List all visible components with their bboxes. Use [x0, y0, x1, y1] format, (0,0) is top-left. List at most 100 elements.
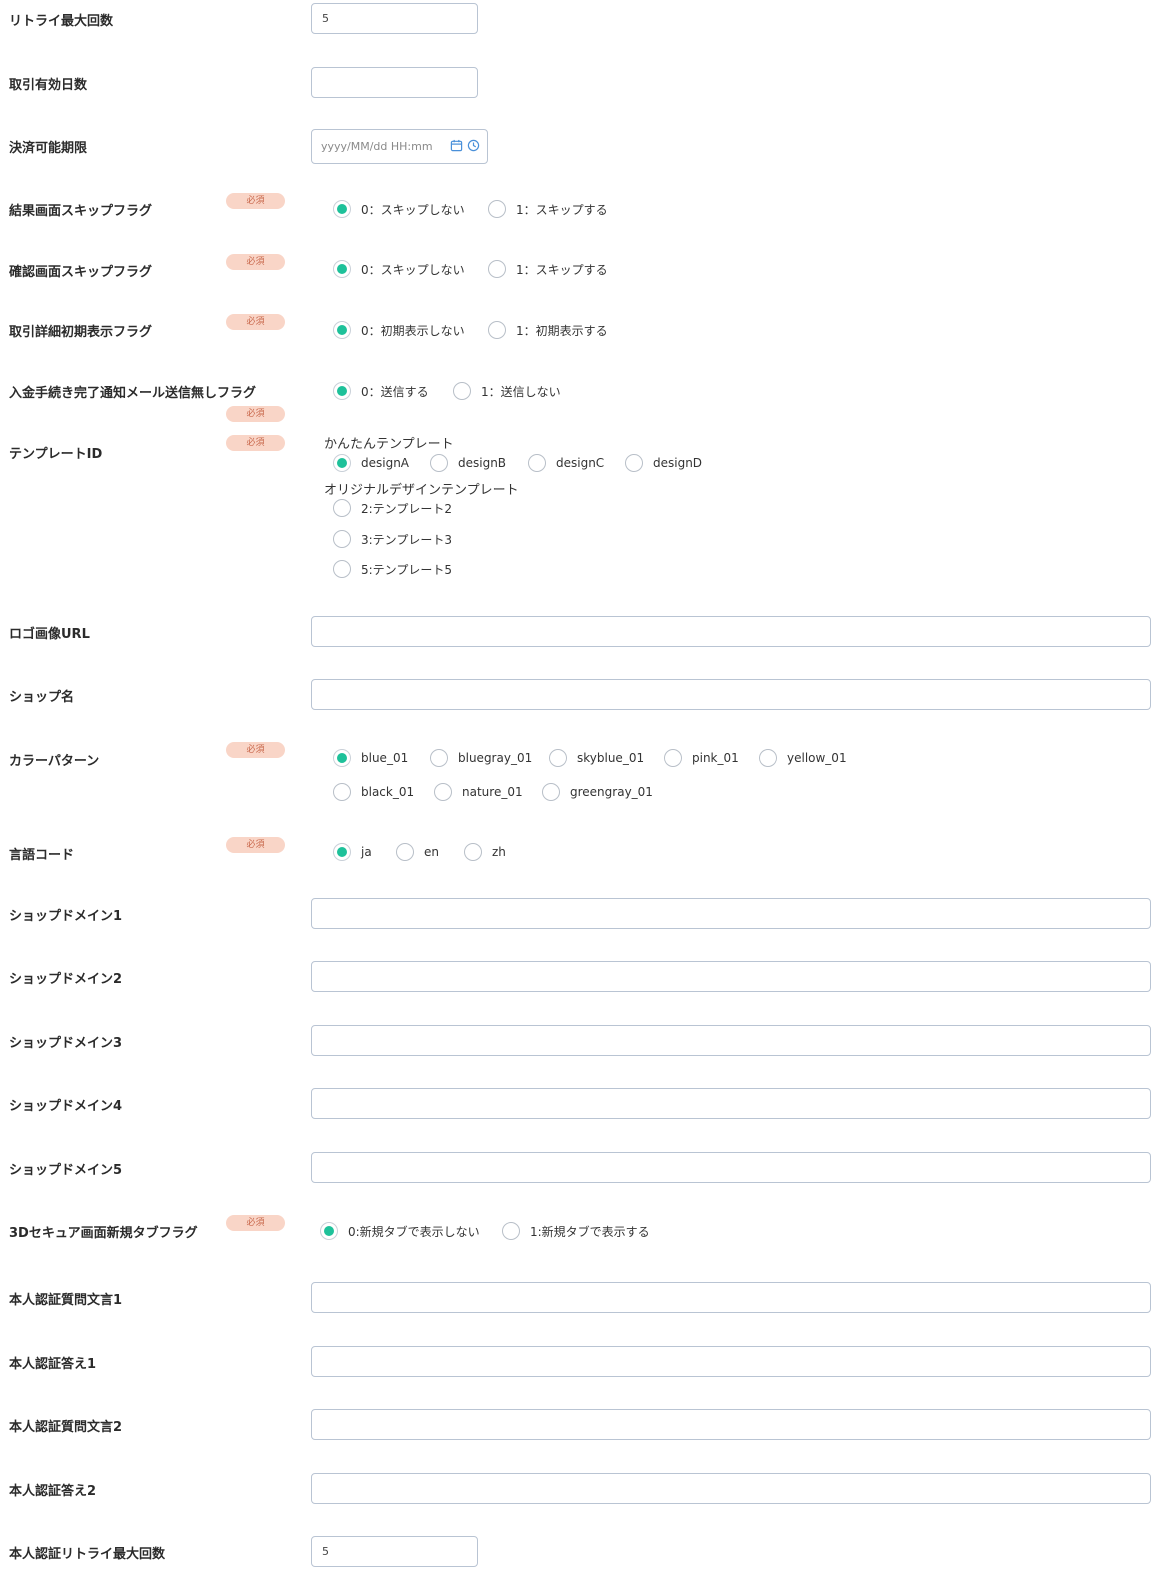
shop-domain-4-input[interactable]	[311, 1088, 1151, 1119]
color-radio-yellow[interactable]: yellow_01	[759, 749, 847, 767]
confirm-skip-radio-0[interactable]: 0：スキップしない	[333, 260, 465, 278]
template-radio-designB[interactable]: designB	[430, 454, 506, 472]
auth-question-2-input[interactable]	[311, 1409, 1151, 1440]
color-radio-bluegray[interactable]: bluegray_01	[430, 749, 532, 767]
template-radio-designA[interactable]: designA	[333, 454, 409, 472]
radio-circle[interactable]	[333, 499, 351, 517]
pay-deadline-input[interactable]	[312, 130, 460, 163]
shop-domain-5-label: ショップドメイン5	[9, 1163, 123, 1178]
radio-label: 0：スキップしない	[361, 262, 465, 277]
color-radio-pink[interactable]: pink_01	[664, 749, 739, 767]
deposit-mail-label: 入金手続き完了通知メール送信無しフラグ	[9, 386, 257, 401]
radio-circle[interactable]	[430, 749, 448, 767]
radio-label: 1：スキップする	[516, 262, 608, 277]
auth-retry-input[interactable]	[311, 1536, 478, 1567]
radio-circle[interactable]	[333, 260, 351, 278]
lang-radio-zh[interactable]: zh	[464, 843, 506, 861]
color-radio-blue[interactable]: blue_01	[333, 749, 408, 767]
color-radio-skyblue[interactable]: skyblue_01	[549, 749, 644, 767]
shop-domain-4-label: ショップドメイン4	[9, 1099, 123, 1114]
radio-circle[interactable]	[333, 200, 351, 218]
radio-circle[interactable]	[333, 382, 351, 400]
radio-circle[interactable]	[502, 1222, 520, 1240]
radio-circle[interactable]	[333, 783, 351, 801]
shop-domain-1-label: ショップドメイン1	[9, 909, 123, 924]
radio-circle[interactable]	[333, 530, 351, 548]
template-radio-5[interactable]: 5:テンプレート5	[333, 560, 452, 578]
radio-label: designB	[458, 456, 507, 470]
radio-label: zh	[492, 845, 506, 859]
result-skip-radio-1[interactable]: 1：スキップする	[488, 200, 608, 218]
radio-circle[interactable]	[542, 783, 560, 801]
logo-url-input[interactable]	[311, 616, 1151, 647]
radio-circle[interactable]	[759, 749, 777, 767]
tds-tab-radio-0[interactable]: 0:新規タブで表示しない	[320, 1222, 480, 1240]
deposit-mail-radio-1[interactable]: 1：送信しない	[453, 382, 561, 400]
logo-url-label: ロゴ画像URL	[9, 627, 90, 642]
radio-circle[interactable]	[488, 260, 506, 278]
radio-circle[interactable]	[333, 454, 351, 472]
radio-circle[interactable]	[464, 843, 482, 861]
radio-circle[interactable]	[488, 321, 506, 339]
radio-circle[interactable]	[434, 783, 452, 801]
pay-deadline-label: 決済可能期限	[9, 141, 88, 156]
radio-circle[interactable]	[488, 200, 506, 218]
auth-question-1-input[interactable]	[311, 1282, 1151, 1313]
radio-circle[interactable]	[333, 321, 351, 339]
radio-circle[interactable]	[625, 454, 643, 472]
radio-circle[interactable]	[664, 749, 682, 767]
radio-circle[interactable]	[333, 843, 351, 861]
radio-circle[interactable]	[528, 454, 546, 472]
radio-label: 1:新規タブで表示する	[530, 1224, 650, 1239]
color-radio-nature[interactable]: nature_01	[434, 783, 523, 801]
lang-radio-en[interactable]: en	[396, 843, 439, 861]
radio-label: 0:新規タブで表示しない	[348, 1224, 480, 1239]
radio-label: 0：スキップしない	[361, 202, 465, 217]
retry-max-input[interactable]	[311, 3, 478, 34]
lang-radio-ja[interactable]: ja	[333, 843, 372, 861]
clock-icon[interactable]	[467, 139, 480, 152]
radio-label: 5:テンプレート5	[361, 562, 452, 577]
radio-circle[interactable]	[549, 749, 567, 767]
detail-flag-radio-0[interactable]: 0：初期表示しない	[333, 321, 465, 339]
radio-label: 2:テンプレート2	[361, 501, 452, 516]
radio-circle[interactable]	[430, 454, 448, 472]
radio-label: skyblue_01	[577, 751, 645, 765]
radio-circle[interactable]	[333, 749, 351, 767]
shop-domain-1-input[interactable]	[311, 898, 1151, 929]
auth-answer-1-input[interactable]	[311, 1346, 1151, 1377]
auth-answer-2-input[interactable]	[311, 1473, 1151, 1504]
color-radio-greengray[interactable]: greengray_01	[542, 783, 653, 801]
expire-days-label: 取引有効日数	[9, 78, 88, 93]
tds-tab-radio-1[interactable]: 1:新規タブで表示する	[502, 1222, 650, 1240]
auth-retry-label: 本人認証リトライ最大回数	[9, 1547, 166, 1562]
radio-circle[interactable]	[396, 843, 414, 861]
radio-label: black_01	[361, 785, 415, 799]
calendar-icon[interactable]	[450, 139, 463, 152]
shop-domain-3-input[interactable]	[311, 1025, 1151, 1056]
expire-days-input[interactable]	[311, 67, 478, 98]
auth-answer-2-label: 本人認証答え2	[9, 1484, 97, 1499]
shop-domain-2-input[interactable]	[311, 961, 1151, 992]
detail-flag-radio-1[interactable]: 1：初期表示する	[488, 321, 608, 339]
required-badge: 必須	[226, 837, 285, 853]
result-skip-label: 結果画面スキップフラグ	[9, 204, 153, 219]
shop-domain-5-input[interactable]	[311, 1152, 1151, 1183]
confirm-skip-radio-1[interactable]: 1：スキップする	[488, 260, 608, 278]
template-radio-3[interactable]: 3:テンプレート3	[333, 530, 452, 548]
template-radio-designC[interactable]: designC	[528, 454, 604, 472]
pay-deadline-picker[interactable]	[311, 129, 488, 164]
shop-name-input[interactable]	[311, 679, 1151, 710]
radio-circle[interactable]	[320, 1222, 338, 1240]
radio-circle[interactable]	[453, 382, 471, 400]
template-radio-designD[interactable]: designD	[625, 454, 702, 472]
color-radio-black[interactable]: black_01	[333, 783, 414, 801]
template-radio-2[interactable]: 2:テンプレート2	[333, 499, 452, 517]
simple-template-heading: かんたんテンプレート	[324, 437, 454, 452]
deposit-mail-radio-0[interactable]: 0：送信する	[333, 382, 429, 400]
radio-circle[interactable]	[333, 560, 351, 578]
required-badge: 必須	[226, 406, 285, 422]
result-skip-radio-0[interactable]: 0：スキップしない	[333, 200, 465, 218]
retry-max-label: リトライ最大回数	[9, 14, 114, 29]
radio-label: 1：初期表示する	[516, 323, 608, 338]
